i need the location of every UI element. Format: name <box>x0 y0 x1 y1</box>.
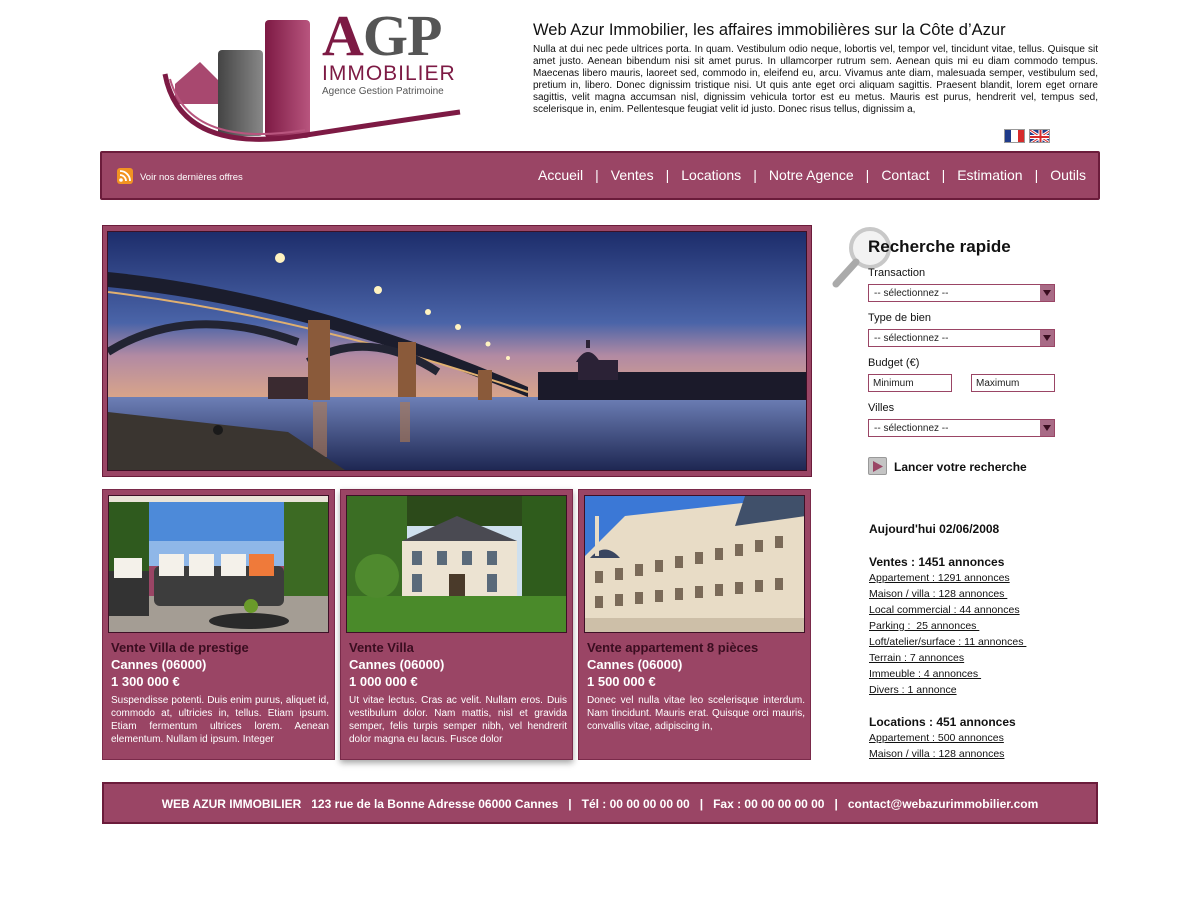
listing-title: Vente appartement 8 pièces <box>587 640 759 655</box>
nav-separator: | <box>941 167 946 183</box>
ventes-link-loft[interactable]: Loft/atelier/surface : 11 annonces <box>869 636 1026 648</box>
listing-description: Ut vitae lectus. Cras ac velit. Nullam e… <box>349 695 567 745</box>
ventes-link-appartement[interactable]: Appartement : 1291 annonces <box>869 572 1010 584</box>
listing-photo-apartment-building[interactable] <box>584 495 805 633</box>
listing-photo-manor-house[interactable] <box>346 495 567 633</box>
nav-separator: | <box>865 167 870 183</box>
ventes-link-terrain[interactable]: Terrain : 7 annonces <box>869 652 964 664</box>
chevron-down-icon <box>1040 330 1054 346</box>
nav-outils[interactable]: Outils <box>1050 167 1086 183</box>
logo-tagline: Agence Gestion Patrimoine <box>322 86 444 97</box>
ventes-link-parking[interactable]: Parking : 25 annonces <box>869 620 979 632</box>
intro-text: Nulla at dui nec pede ultrices porta. In… <box>533 44 1098 115</box>
transaction-select[interactable]: -- sélectionnez -- <box>868 284 1055 302</box>
budget-label: Budget (€) <box>868 357 920 369</box>
french-flag-icon[interactable] <box>1004 129 1025 143</box>
nav-notre-agence[interactable]: Notre Agence <box>769 167 854 183</box>
ventes-link-maison[interactable]: Maison / villa : 128 annonces <box>869 588 1007 600</box>
nav-accueil[interactable]: Accueil <box>538 167 583 183</box>
latest-offers-link[interactable]: Voir nos dernières offres <box>140 172 243 183</box>
locations-heading: Locations : 451 annonces <box>869 715 1016 729</box>
listing-price: 1 300 000 € <box>111 674 180 689</box>
listing-description: Donec vel nulla vitae leo scelerisque in… <box>587 695 805 732</box>
listing-title: Vente Villa <box>349 640 414 655</box>
play-arrow-icon[interactable] <box>868 457 887 475</box>
budget-min-input[interactable]: Minimum <box>868 374 952 392</box>
launch-search-button[interactable]: Lancer votre recherche <box>894 460 1027 474</box>
english-flag-icon[interactable] <box>1029 129 1050 143</box>
listing-title: Vente Villa de prestige <box>111 640 249 655</box>
rss-icon[interactable] <box>117 168 133 184</box>
listing-price: 1 500 000 € <box>587 674 656 689</box>
listing-description: Suspendisse potenti. Duis enim purus, al… <box>111 695 329 745</box>
stats-date: Aujourd'hui 02/06/2008 <box>869 522 1000 536</box>
nav-contact[interactable]: Contact <box>881 167 929 183</box>
hero-image-bridge-night <box>107 231 807 471</box>
language-switcher <box>1004 129 1050 143</box>
nav-separator: | <box>1034 167 1039 183</box>
locations-link-maison[interactable]: Maison / villa : 128 annonces <box>869 748 1004 760</box>
agp-logo[interactable]: AGP IMMOBILIER Agence Gestion Patrimoine <box>160 3 470 149</box>
nav-separator: | <box>595 167 599 183</box>
type-label: Type de bien <box>868 312 931 324</box>
nav-estimation[interactable]: Estimation <box>957 167 1022 183</box>
listing-card[interactable]: Vente appartement 8 pièces Cannes (06000… <box>578 489 811 760</box>
nav-separator: | <box>665 167 670 183</box>
listing-price: 1 000 000 € <box>349 674 418 689</box>
hero-banner <box>102 225 812 477</box>
search-title: Recherche rapide <box>868 237 1011 256</box>
city-select[interactable]: -- sélectionnez -- <box>868 419 1055 437</box>
footer-contact-info: WEB AZUR IMMOBILIER 123 rue de la Bonne … <box>161 797 1039 811</box>
chevron-down-icon <box>1040 420 1054 436</box>
property-type-select[interactable]: -- sélectionnez -- <box>868 329 1055 347</box>
ventes-link-immeuble[interactable]: Immeuble : 4 annonces <box>869 668 981 680</box>
listing-city: Cannes (06000) <box>587 657 683 672</box>
listing-city: Cannes (06000) <box>349 657 445 672</box>
ventes-heading: Ventes : 1451 annonces <box>869 555 1005 569</box>
budget-max-input[interactable]: Maximum <box>971 374 1055 392</box>
nav-ventes[interactable]: Ventes <box>611 167 654 183</box>
main-menu: Accueil | Ventes | Locations | Notre Age… <box>538 167 1086 183</box>
nav-locations[interactable]: Locations <box>681 167 741 183</box>
locations-link-appartement[interactable]: Appartement : 500 annonces <box>869 732 1004 744</box>
ventes-link-divers[interactable]: Divers : 1 annonce <box>869 684 957 696</box>
footer-bar: WEB AZUR IMMOBILIER 123 rue de la Bonne … <box>102 782 1098 824</box>
villes-label: Villes <box>868 402 895 414</box>
main-navbar: Voir nos dernières offres Accueil | Vent… <box>100 151 1100 200</box>
listing-photo-villa-terrace[interactable] <box>108 495 329 633</box>
logo-immobilier-text: IMMOBILIER <box>322 62 456 85</box>
logo-agp-text: AGP <box>322 3 442 68</box>
listing-city: Cannes (06000) <box>111 657 207 672</box>
ventes-link-local[interactable]: Local commercial : 44 annonces <box>869 604 1020 616</box>
nav-separator: | <box>753 167 757 183</box>
transaction-label: Transaction <box>868 267 926 279</box>
page-title: Web Azur Immobilier, les affaires immobi… <box>533 21 1006 39</box>
chevron-down-icon <box>1040 285 1054 301</box>
listing-card[interactable]: Vente Villa de prestige Cannes (06000) 1… <box>102 489 335 760</box>
listing-card[interactable]: Vente Villa Cannes (06000) 1 000 000 € U… <box>340 489 573 760</box>
